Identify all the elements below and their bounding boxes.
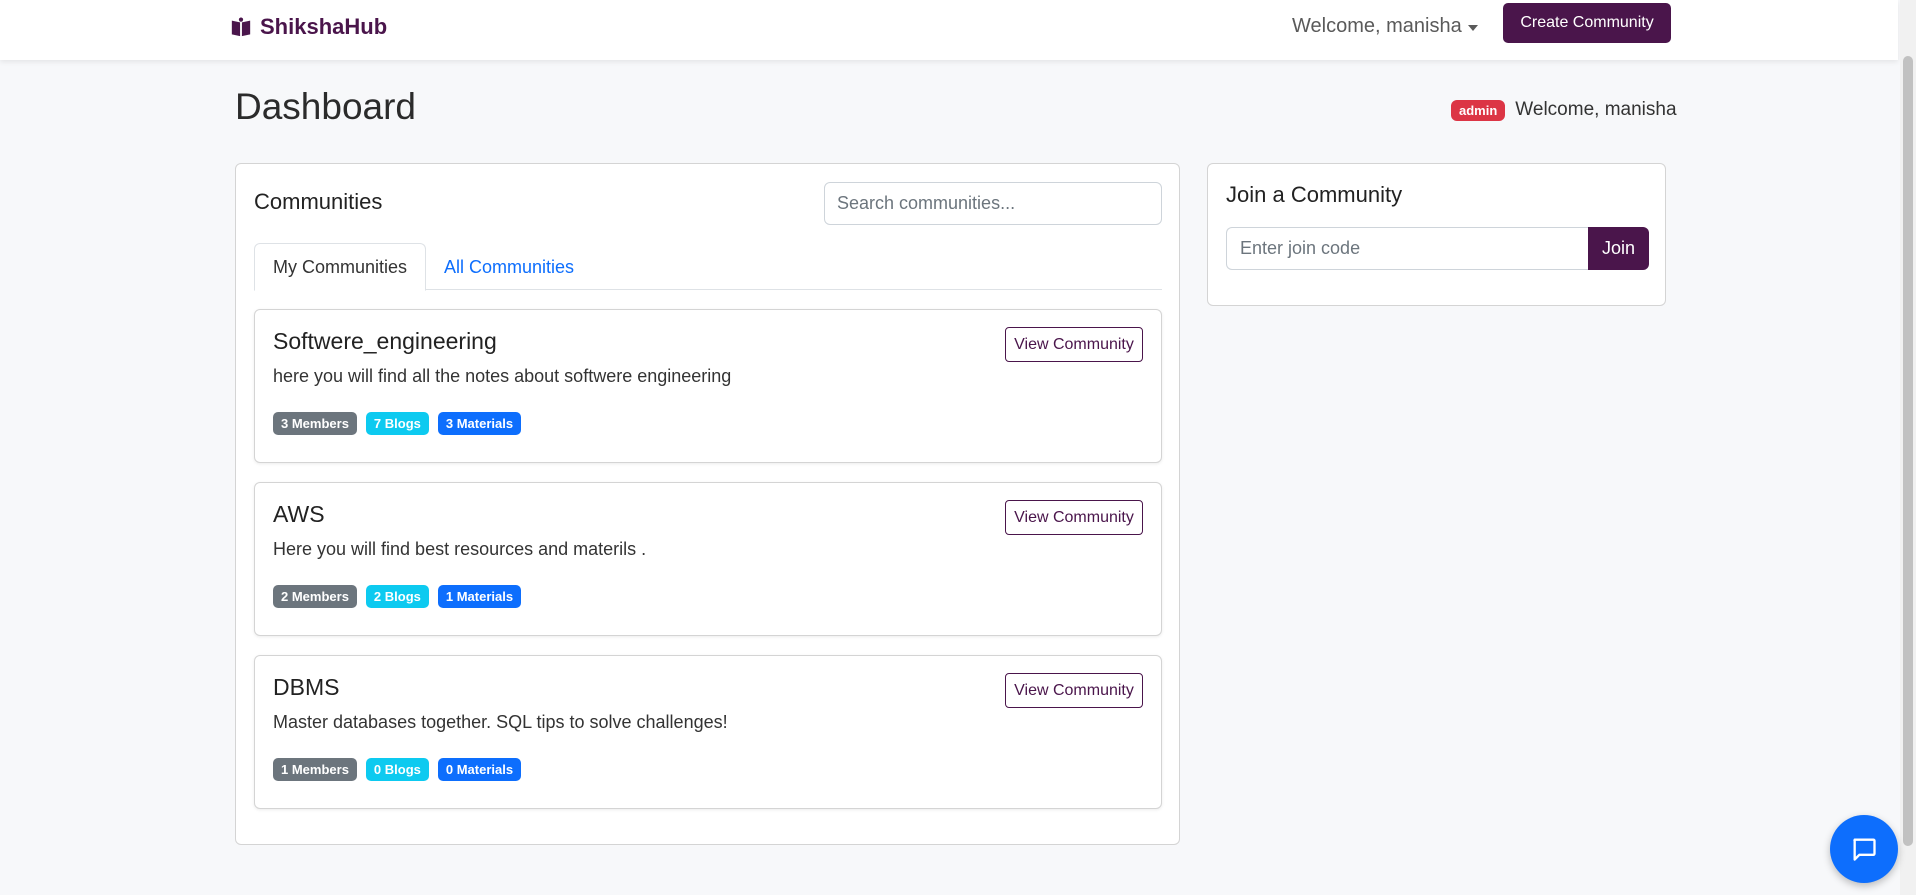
community-card: Softwere_engineering here you will find … — [254, 309, 1162, 463]
top-navbar: ShikshaHub Welcome, manisha Create Commu… — [0, 0, 1898, 60]
community-name: DBMS — [273, 674, 340, 700]
materials-badge: 0 Materials — [437, 758, 522, 781]
book-icon — [231, 17, 251, 37]
community-stats: 1 Members 0 Blogs 0 Materials — [273, 758, 522, 781]
welcome-text: Welcome, manisha — [1515, 99, 1677, 120]
community-name: Softwere_engineering — [273, 328, 497, 354]
materials-badge: 3 Materials — [437, 412, 522, 435]
chat-button[interactable] — [1830, 815, 1898, 883]
view-community-button[interactable]: View Community — [1005, 327, 1143, 362]
brand-name: ShikshaHub — [260, 14, 388, 39]
user-dropdown[interactable]: Welcome, manisha — [1292, 15, 1478, 38]
members-badge: 2 Members — [273, 585, 357, 608]
communities-card: Communities My Communities All Communiti… — [235, 163, 1180, 845]
members-badge: 3 Members — [273, 412, 357, 435]
user-meta: admin Welcome, manisha — [1451, 99, 1677, 121]
create-community-button[interactable]: Create Community — [1503, 3, 1671, 43]
join-community-card: Join a Community Join — [1207, 163, 1666, 306]
community-name: AWS — [273, 501, 325, 527]
role-badge: admin — [1451, 99, 1506, 121]
blogs-badge: 7 Blogs — [365, 412, 429, 435]
user-dropdown-label: Welcome, manisha — [1292, 15, 1462, 37]
chat-icon — [1853, 838, 1876, 861]
join-form: Join — [1226, 227, 1649, 270]
community-description: Here you will find best resources and ma… — [273, 539, 647, 559]
scrollbar-thumb[interactable] — [1903, 56, 1913, 846]
page-scrollbar[interactable] — [1900, 0, 1916, 895]
search-communities-input[interactable] — [824, 182, 1162, 225]
brand-logo[interactable]: ShikshaHub — [230, 14, 387, 40]
members-badge: 1 Members — [273, 758, 357, 781]
view-community-button[interactable]: View Community — [1005, 673, 1143, 708]
community-stats: 3 Members 7 Blogs 3 Materials — [273, 412, 522, 435]
join-heading: Join a Community — [1226, 182, 1403, 207]
community-stats: 2 Members 2 Blogs 1 Materials — [273, 585, 522, 608]
community-card: DBMS Master databases together. SQL tips… — [254, 655, 1162, 809]
blogs-badge: 0 Blogs — [365, 758, 429, 781]
community-description: Master databases together. SQL tips to s… — [273, 712, 728, 732]
community-description: here you will find all the notes about s… — [273, 366, 732, 386]
caret-down-icon — [1467, 24, 1478, 31]
join-button[interactable]: Join — [1588, 227, 1649, 270]
page-title: Dashboard — [235, 86, 417, 127]
communities-heading: Communities — [254, 189, 383, 214]
community-card: AWS Here you will find best resources an… — [254, 482, 1162, 636]
join-code-input[interactable] — [1226, 227, 1588, 270]
tab-all-communities[interactable]: All Communities — [426, 243, 592, 291]
view-community-button[interactable]: View Community — [1005, 500, 1143, 535]
blogs-badge: 2 Blogs — [365, 585, 429, 608]
community-tabs: My Communities All Communities — [254, 243, 1162, 291]
materials-badge: 1 Materials — [437, 585, 522, 608]
tab-my-communities[interactable]: My Communities — [254, 243, 427, 291]
